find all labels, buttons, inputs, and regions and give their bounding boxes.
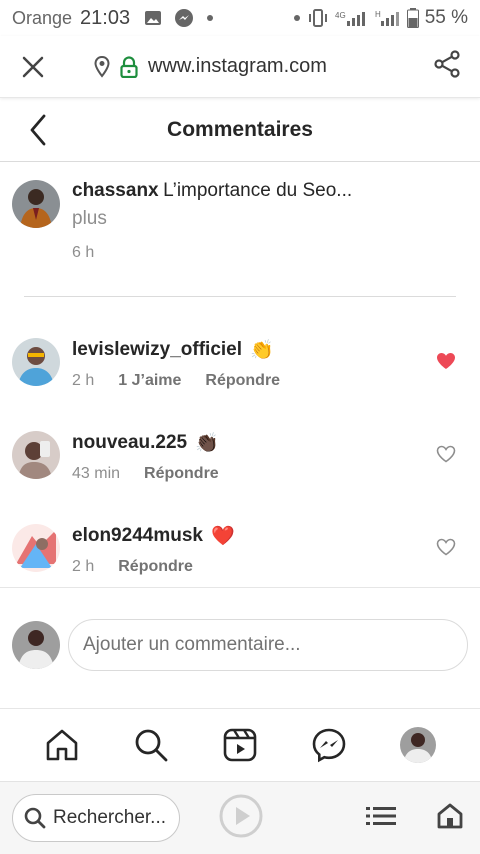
reels-icon xyxy=(223,728,257,762)
caption-body: chassanx L’importance du Seo... plus 6 h xyxy=(72,180,352,262)
caption-username[interactable]: chassanx xyxy=(72,180,159,201)
caption-text: L’importance du Seo... xyxy=(163,180,353,201)
nav-search[interactable] xyxy=(127,721,175,769)
comment-time: 43 min xyxy=(72,465,121,482)
avatar[interactable] xyxy=(12,524,60,572)
battery-percent: 55 % xyxy=(424,7,468,28)
svg-text:H: H xyxy=(375,10,381,19)
like-button[interactable] xyxy=(436,538,456,561)
browser-home-button[interactable] xyxy=(436,802,464,835)
house-icon xyxy=(437,803,463,828)
profile-avatar-icon xyxy=(399,727,436,763)
carrier-label: Orange xyxy=(12,7,73,28)
nav-messenger[interactable] xyxy=(305,721,353,769)
caption-meta: 6 h xyxy=(72,244,352,262)
comments-divider xyxy=(0,587,480,588)
list-icon xyxy=(366,806,396,825)
svg-text:4G: 4G xyxy=(335,11,346,20)
avatar[interactable] xyxy=(12,180,60,228)
status-bar: Orange 21:03 4G H 55 % xyxy=(0,0,480,36)
browser-url-bar: www.instagram.com xyxy=(0,36,480,98)
comment-text: 👏 xyxy=(250,340,274,361)
comment-username[interactable]: levislewizy_officiel xyxy=(72,339,242,361)
close-button[interactable] xyxy=(18,52,48,82)
share-button[interactable] xyxy=(432,49,462,84)
heart-outline-icon xyxy=(436,538,456,556)
search-icon xyxy=(135,729,168,762)
browser-bottom-bar: Rechercher... xyxy=(0,781,480,854)
signal-h-icon: H xyxy=(375,10,399,26)
comment-body: elon9244musk ❤️ 2 h Répondre xyxy=(72,524,468,576)
comment-body: levislewizy_officiel 👏 2 h 1 J’aime Répo… xyxy=(72,338,468,390)
comment-text: 👏🏿 xyxy=(195,433,219,454)
comment-meta: 2 h 1 J’aime Répondre xyxy=(72,372,468,390)
reply-button[interactable]: Répondre xyxy=(118,558,193,576)
close-icon xyxy=(22,56,44,77)
comment-username[interactable]: elon9244musk xyxy=(72,525,203,547)
post-caption: chassanx L’importance du Seo... plus 6 h xyxy=(12,180,468,262)
comment-body: nouveau.225 👏🏿 43 min Répondre xyxy=(72,431,468,483)
back-button[interactable] xyxy=(28,114,48,151)
instagram-bottom-nav xyxy=(0,709,480,781)
back-icon xyxy=(30,114,46,146)
likes-count[interactable]: 1 J’aime xyxy=(118,372,181,390)
system-icons: 4G H 55 % xyxy=(293,7,468,29)
nav-home[interactable] xyxy=(38,721,86,769)
battery-icon xyxy=(406,8,419,28)
home-icon xyxy=(47,729,78,761)
location-icon[interactable] xyxy=(94,55,110,78)
add-comment-input[interactable]: Ajouter un commentaire... xyxy=(68,619,468,671)
browser-search-field[interactable]: Rechercher... xyxy=(12,794,180,842)
add-comment-row: Ajouter un commentaire... xyxy=(12,618,468,672)
lock-icon[interactable] xyxy=(120,55,138,78)
caption-time: 6 h xyxy=(72,244,95,261)
gallery-icon xyxy=(145,11,162,25)
url-text[interactable]: www.instagram.com xyxy=(148,55,327,78)
comment-meta: 2 h Répondre xyxy=(72,558,468,576)
nav-profile[interactable] xyxy=(394,721,442,769)
dot-icon xyxy=(207,15,214,21)
page-title: Commentaires xyxy=(167,117,313,141)
comment-item: elon9244musk ❤️ 2 h Répondre xyxy=(12,524,468,576)
signal-4g-icon: 4G xyxy=(335,11,365,26)
comment-text: ❤️ xyxy=(210,526,235,547)
comment-meta: 43 min Répondre xyxy=(72,465,468,483)
browser-search-placeholder: Rechercher... xyxy=(53,807,166,828)
messenger-icon xyxy=(312,728,346,763)
play-icon xyxy=(219,794,263,837)
reply-button[interactable]: Répondre xyxy=(144,465,219,483)
comment-item: nouveau.225 👏🏿 43 min Répondre xyxy=(12,431,468,483)
nav-reels[interactable] xyxy=(216,721,264,769)
messenger-notification-icon xyxy=(175,9,194,27)
like-button[interactable] xyxy=(436,352,456,375)
comment-item: levislewizy_officiel 👏 2 h 1 J’aime Répo… xyxy=(12,338,468,390)
comment-username[interactable]: nouveau.225 xyxy=(72,432,187,454)
caption-separator xyxy=(24,296,456,297)
dot-icon xyxy=(293,15,300,21)
vibrate-icon xyxy=(308,9,327,27)
clock: 21:03 xyxy=(80,6,131,29)
search-icon xyxy=(24,807,46,829)
comments-header: Commentaires xyxy=(0,98,480,162)
like-button[interactable] xyxy=(436,445,456,468)
play-button[interactable] xyxy=(218,793,264,844)
comment-time: 2 h xyxy=(72,372,95,389)
tabs-list-button[interactable] xyxy=(366,805,396,832)
share-icon xyxy=(434,50,460,78)
avatar[interactable] xyxy=(12,338,60,386)
add-comment-placeholder: Ajouter un commentaire... xyxy=(83,634,301,655)
comment-time: 2 h xyxy=(72,558,95,575)
avatar xyxy=(12,621,60,669)
more-link[interactable]: plus xyxy=(72,208,352,230)
notification-icons xyxy=(144,8,214,28)
heart-outline-icon xyxy=(436,445,456,463)
heart-icon xyxy=(437,353,455,369)
reply-button[interactable]: Répondre xyxy=(205,372,280,390)
avatar[interactable] xyxy=(12,431,60,479)
